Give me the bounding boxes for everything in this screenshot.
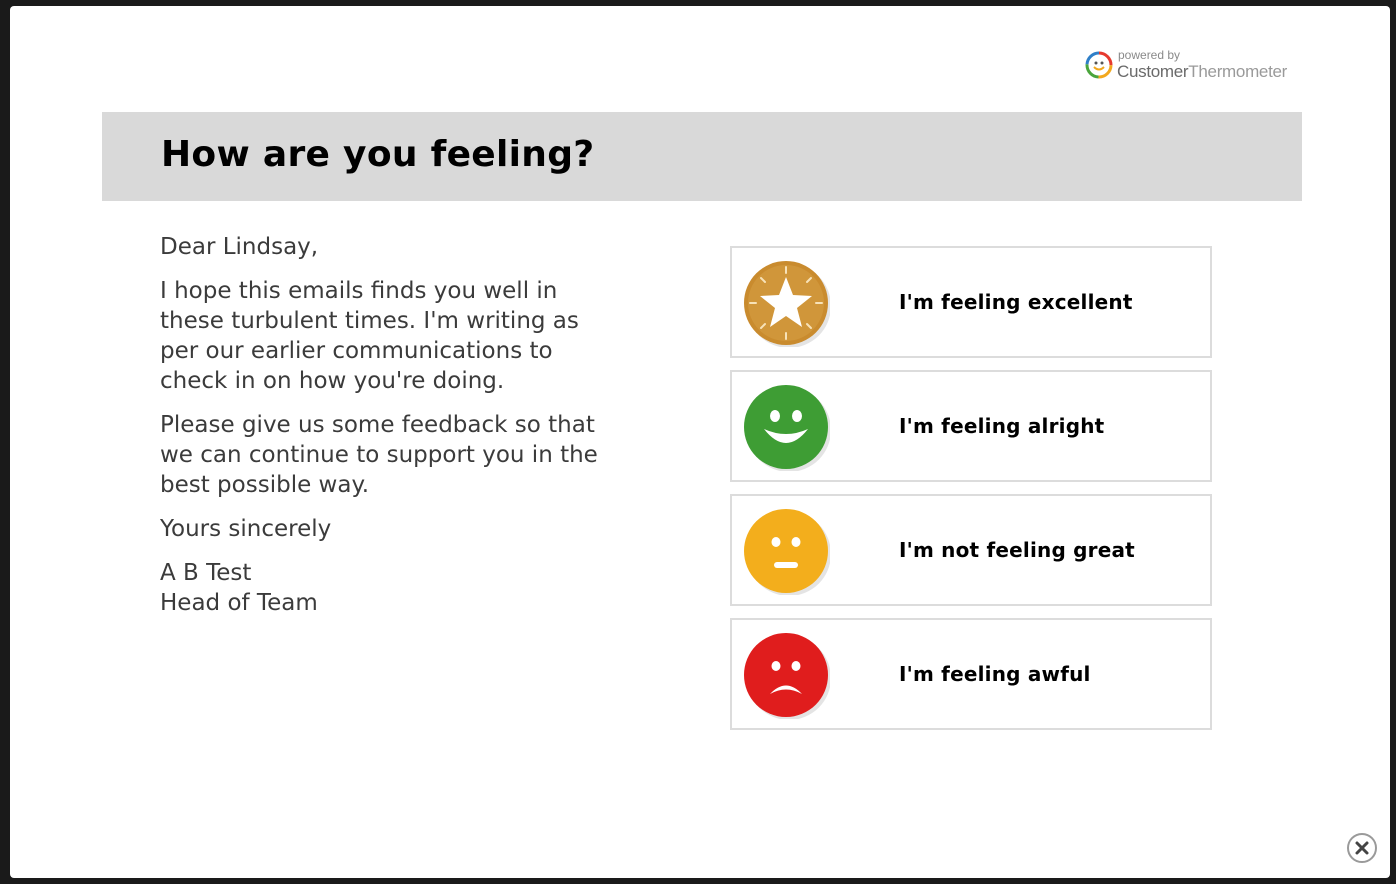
happy-face-icon: [744, 385, 830, 471]
option-awful-label: I'm feeling awful: [899, 662, 1091, 686]
option-not-great[interactable]: I'm not feeling great: [730, 494, 1212, 606]
powered-by-text: powered by: [1118, 48, 1181, 62]
option-alright[interactable]: I'm feeling alright: [730, 370, 1212, 482]
letter-greeting: Dear Lindsay,: [160, 234, 319, 260]
option-excellent-label: I'm feeling excellent: [899, 290, 1133, 314]
star-medal-icon: [744, 261, 830, 347]
signature-title: Head of Team: [160, 590, 318, 616]
letter-paragraph-2: Please give us some feedback so that we …: [160, 412, 598, 498]
customer-thermometer-logo-icon: [1085, 51, 1113, 79]
option-excellent[interactable]: I'm feeling excellent: [730, 246, 1212, 358]
brand-logo-block[interactable]: powered by CustomerThermometer: [1084, 46, 1304, 86]
letter-paragraph-1: I hope this emails finds you well in the…: [160, 278, 579, 394]
brand-name-part1: Customer: [1117, 62, 1189, 81]
feeling-options: I'm feeling excellent I'm feeling alrigh…: [730, 246, 1212, 742]
letter-closing: Yours sincerely: [160, 516, 332, 542]
option-awful[interactable]: I'm feeling awful: [730, 618, 1212, 730]
sad-face-icon: [744, 633, 830, 719]
brand-name: CustomerThermometer: [1117, 62, 1287, 82]
brand-name-part2: Thermometer: [1188, 62, 1288, 81]
signature-name: A B Test: [160, 560, 252, 586]
option-not-great-label: I'm not feeling great: [899, 538, 1135, 562]
close-button[interactable]: [1347, 833, 1377, 863]
title-band: How are you feeling?: [102, 112, 1302, 201]
close-icon: [1355, 841, 1369, 855]
letter-body: Dear Lindsay, I hope this emails finds y…: [160, 232, 640, 618]
letter-signature: A B Test Head of Team: [160, 558, 640, 618]
page-title: How are you feeling?: [161, 134, 595, 175]
option-alright-label: I'm feeling alright: [899, 414, 1105, 438]
neutral-face-icon: [744, 509, 830, 595]
survey-modal: powered by CustomerThermometer How are y…: [10, 6, 1390, 878]
